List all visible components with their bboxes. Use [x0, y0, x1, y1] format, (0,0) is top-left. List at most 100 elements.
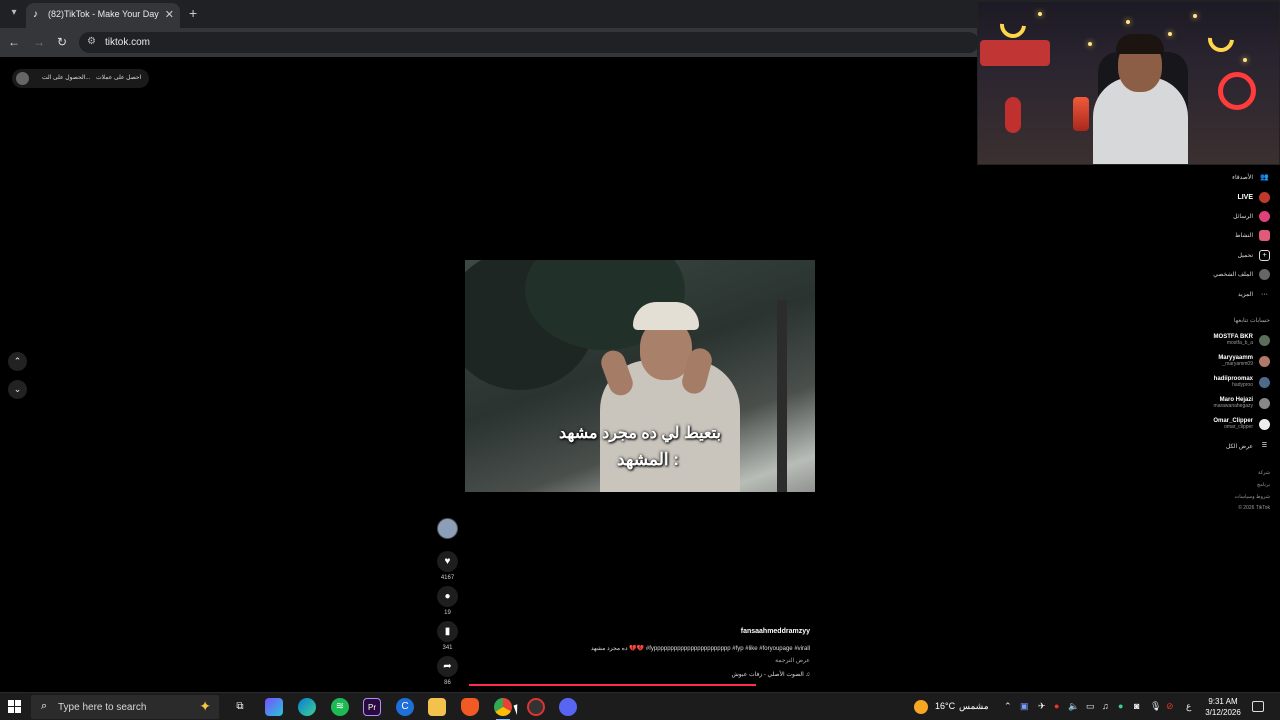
heart-icon: ♥ [444, 556, 451, 567]
avatar [1259, 355, 1270, 367]
following-account[interactable]: hadiiproomax hadyproo [1214, 373, 1270, 391]
tray-app-icon[interactable]: ● [1054, 701, 1059, 711]
avatar [1259, 376, 1270, 388]
comment-button[interactable]: ● [437, 586, 458, 607]
get-coins-button[interactable]: احصل على عملات [96, 74, 141, 81]
obs-app-icon[interactable] [527, 698, 545, 716]
footer-link-terms[interactable]: شروط وسياسات [1235, 494, 1270, 500]
network-icon[interactable]: ▭ [1086, 701, 1095, 712]
tray-app-icon[interactable]: ◙ [1134, 701, 1139, 711]
spotify-app-icon[interactable]: ≋ [331, 698, 349, 716]
new-tab-button[interactable]: + [189, 5, 197, 21]
star-light-decor [1168, 32, 1172, 36]
browser-tab-tiktok[interactable]: ♪ (82)TikTok - Make Your Day ✕ [26, 3, 180, 28]
star-light-decor [1126, 20, 1130, 24]
forward-arrow-icon[interactable]: → [31, 34, 47, 50]
windows-start-button[interactable] [8, 700, 22, 714]
sidebar-item-upload[interactable]: تحميل + [1238, 248, 1270, 262]
messages-icon [1259, 210, 1270, 222]
copilot-sparkle-icon[interactable]: ✦ [199, 698, 211, 715]
copilot-app-icon[interactable] [265, 698, 283, 716]
webcam-person-hair [1116, 34, 1164, 54]
see-all-following-button[interactable]: عرض الكل ☰ [1226, 439, 1270, 453]
webcam-ring-light [1218, 72, 1256, 110]
tray-overflow-icon[interactable]: ⌃ [1004, 701, 1012, 712]
footer-link-program[interactable]: برنامج [1257, 482, 1270, 488]
file-explorer-icon[interactable] [428, 698, 446, 716]
capcut-app-icon[interactable]: C [396, 698, 414, 716]
star-light-decor [1088, 42, 1092, 46]
music-note-icon: ♫ [805, 672, 811, 678]
sidebar-item-profile[interactable]: الملف الشخصي [1213, 267, 1270, 281]
webcam-shelf [980, 40, 1050, 66]
tray-app-icon[interactable]: ♫ [1102, 701, 1109, 711]
back-arrow-icon[interactable]: ← [6, 34, 22, 50]
following-account[interactable]: Maryyaamm _maryamm09 [1218, 352, 1270, 370]
microphone-icon[interactable]: 🎙 [1150, 701, 1161, 712]
sidebar-item-label: تحميل [1237, 252, 1253, 259]
tab-close-icon[interactable]: ✕ [165, 8, 174, 21]
following-account[interactable]: MOSTFA BKR mostfa_b_a [1214, 331, 1270, 349]
video-author-username[interactable]: fansaahmeddramzyy [600, 628, 810, 635]
input-language-indicator[interactable]: ع [1186, 701, 1191, 712]
sidebar-item-label: LIVE [1237, 193, 1253, 201]
discord-app-icon[interactable] [559, 698, 577, 716]
following-handle: mostfa_b_a [1226, 340, 1253, 346]
tray-app-icon[interactable]: ● [1118, 701, 1123, 711]
weather-sun-icon[interactable] [914, 700, 928, 714]
following-account[interactable]: Maro Hejazi marawanahegazy [1214, 394, 1270, 412]
tray-app-icon[interactable]: ▣ [1020, 701, 1029, 712]
windows-logo-icon [8, 700, 14, 706]
like-button[interactable]: ♥ [437, 551, 458, 572]
premiere-app-icon[interactable]: Pr [363, 698, 381, 716]
weather-temperature[interactable]: 16°C [935, 701, 955, 711]
star-light-decor [1193, 14, 1197, 18]
brave-app-icon[interactable] [461, 698, 479, 716]
webcam-lamp [1073, 97, 1089, 131]
sidebar-item-messages[interactable]: الرسائل [1233, 209, 1270, 223]
avatar [1259, 397, 1270, 409]
sidebar-item-friends[interactable]: الأصدقاء 👥 [1232, 170, 1270, 184]
top-actions-pill: الحصول على الت... احصل على عملات [12, 69, 149, 88]
sidebar-item-live[interactable]: LIVE [1237, 190, 1270, 204]
next-video-button[interactable]: ⌄ [8, 380, 27, 399]
sound-link[interactable]: الصوت الأصلي - زفات عبوش ♫ [640, 671, 810, 678]
taskbar-clock[interactable]: 9:31 AM 3/12/2026 [1200, 696, 1246, 718]
previous-video-button[interactable]: ⌃ [8, 352, 27, 371]
footer-link-company[interactable]: شركة [1258, 470, 1270, 476]
tab-search-icon[interactable]: ▾ [6, 5, 22, 21]
tab-title: (82)TikTok - Make Your Day [48, 9, 159, 19]
chrome-app-icon[interactable] [494, 698, 512, 720]
see-translation-link[interactable]: عرض الترجمة [700, 657, 810, 664]
tray-app-icon[interactable]: ⊘ [1166, 701, 1174, 712]
more-icon: ··· [1261, 290, 1268, 298]
author-avatar[interactable] [437, 518, 458, 539]
get-app-button[interactable]: الحصول على الت... [42, 74, 90, 81]
sidebar-item-activity[interactable]: النشاط [1235, 228, 1270, 242]
star-light-decor [1038, 12, 1042, 16]
following-handle: marawanahegazy [1213, 403, 1253, 409]
sidebar-item-more[interactable]: المزيد ··· [1238, 287, 1270, 301]
reload-icon[interactable]: ↻ [54, 34, 70, 50]
weather-condition[interactable]: مشمس [959, 701, 989, 712]
video-player[interactable]: بتعيط لي ده مجرد مشهد المشهد : [465, 260, 815, 492]
save-count: 341 [442, 645, 453, 651]
site-info-icon[interactable]: ⚙ [87, 36, 96, 47]
following-handle: _maryamm09 [1222, 361, 1253, 367]
sound-label: الصوت الأصلي - زفات عبوش [731, 672, 804, 678]
edge-app-icon[interactable] [298, 698, 316, 716]
task-view-icon[interactable]: ⧉ [231, 698, 249, 716]
sidebar-item-label: الملف الشخصي [1213, 271, 1253, 278]
following-account[interactable]: Omar_Clipper omar_clipper [1213, 415, 1270, 433]
avatar[interactable] [16, 72, 29, 85]
tray-app-icon[interactable]: ✈ [1038, 701, 1046, 712]
volume-icon[interactable]: 🔈 [1068, 701, 1079, 712]
address-bar[interactable]: ⚙ tiktok.com [79, 32, 979, 53]
share-button[interactable]: ➦ [437, 656, 458, 677]
footer-copyright: © 2026 TikTok [1238, 505, 1270, 511]
video-progress-bar[interactable] [469, 684, 756, 686]
notification-center-icon[interactable] [1252, 701, 1264, 712]
save-button[interactable]: ▮ [437, 621, 458, 642]
crescent-moon-decor [994, 6, 1032, 44]
taskbar-search-input[interactable]: ⌕ Type here to search ✦ [31, 695, 219, 719]
